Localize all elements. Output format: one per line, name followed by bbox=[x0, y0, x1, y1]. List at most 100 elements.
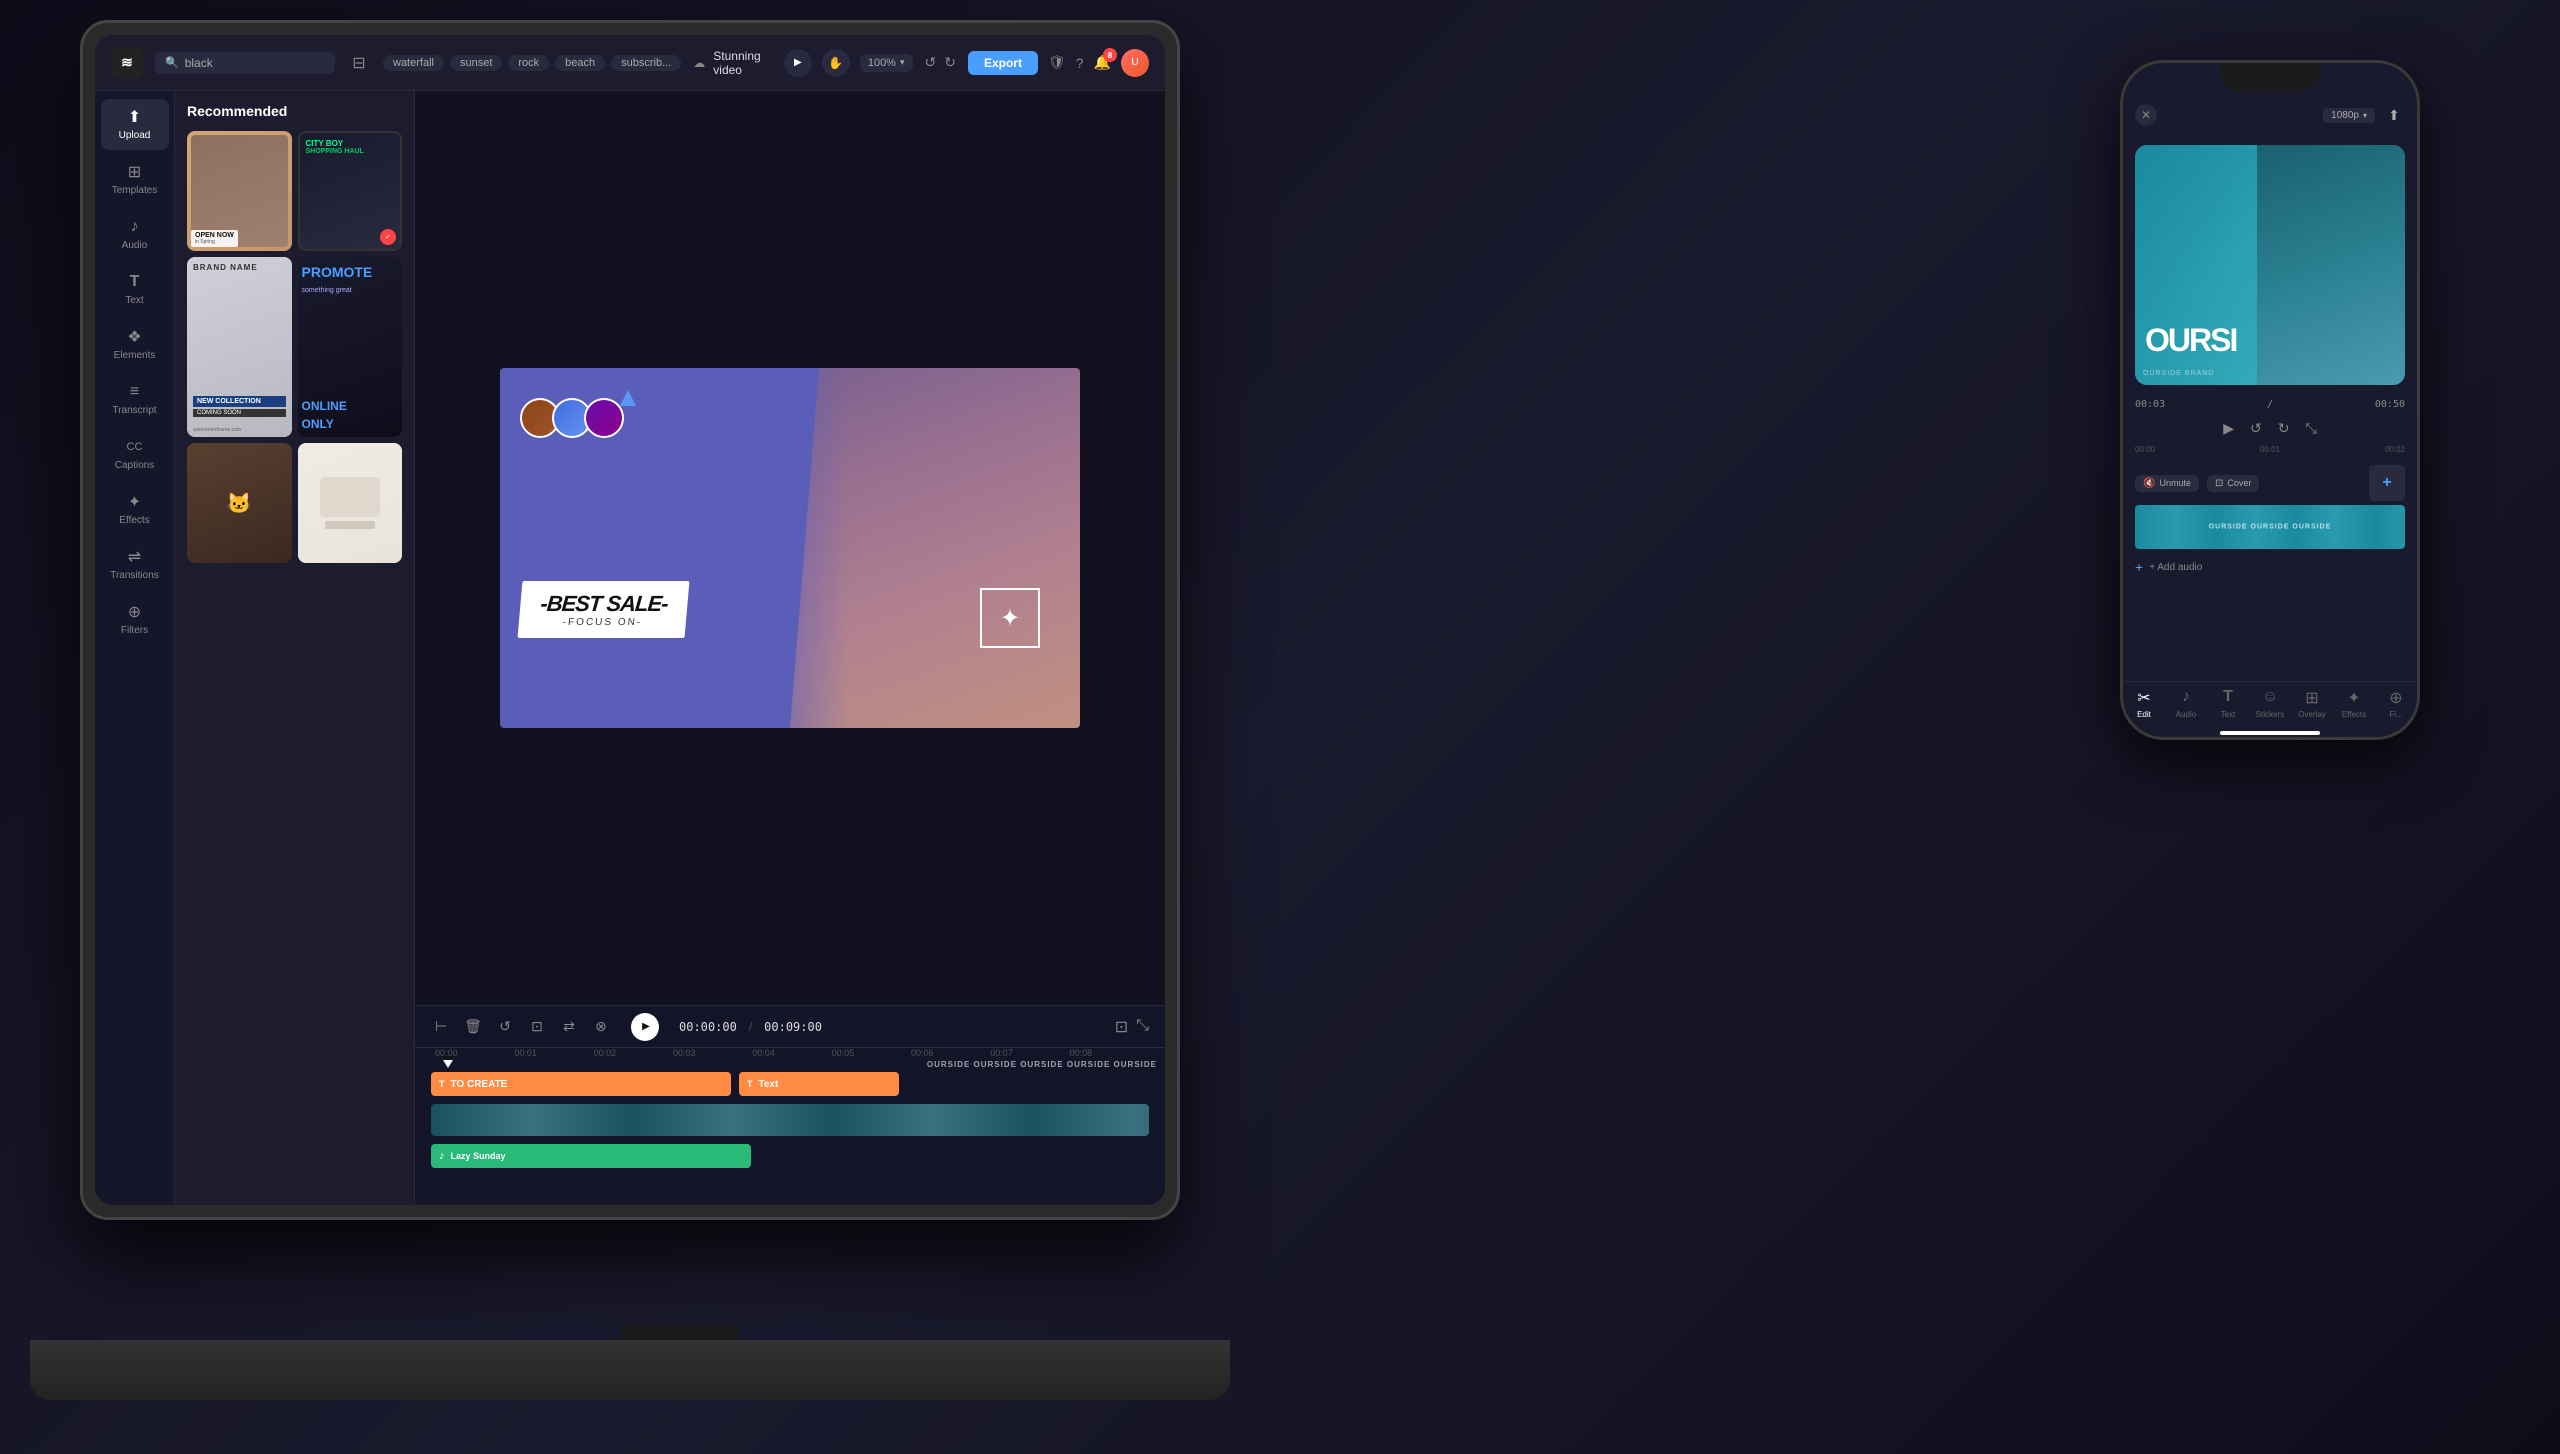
sidebar-item-transitions[interactable]: ⇌ Transitions bbox=[101, 539, 169, 590]
sidebar-item-upload[interactable]: ⬆ Upload bbox=[101, 99, 169, 150]
project-title-text[interactable]: Stunning video bbox=[713, 49, 772, 77]
phone-nav-stickers[interactable]: ☺ Stickers bbox=[2249, 688, 2291, 719]
export-button[interactable]: Export bbox=[968, 51, 1038, 75]
text-clip-to-create[interactable]: T TO CREATE bbox=[431, 1072, 731, 1096]
sidebar-item-audio[interactable]: ♪ Audio bbox=[101, 209, 169, 260]
phone-body: ✕ 1080p ▾ ⬆ OURSI OU bbox=[2120, 60, 2420, 740]
notification-bell[interactable]: 🔔 bbox=[1094, 54, 1111, 71]
ruler-00:04: 00:04 bbox=[752, 1048, 831, 1068]
phone-text-icon: T bbox=[2223, 688, 2233, 708]
undo-button[interactable]: ↺ bbox=[923, 52, 939, 73]
canvas-viewport: -BEST SALE- -FOCUS ON- ✦ bbox=[415, 91, 1165, 1005]
filter-button[interactable]: ⊟ bbox=[347, 51, 371, 75]
mirror-button[interactable]: ⇄ bbox=[559, 1017, 579, 1037]
phone-cover-button[interactable]: ⊡ Cover bbox=[2207, 475, 2259, 492]
toolbar-right: ▶ ✋ 100% ▾ ↺ ↻ Export 🛡 ? 🔔 bbox=[784, 49, 1149, 77]
phone-nav-effects[interactable]: ✦ Effects bbox=[2333, 688, 2375, 719]
text-clip-label-2: Text bbox=[759, 1079, 779, 1090]
phone-timeline: 00:00 00:01 00:02 bbox=[2123, 441, 2417, 465]
tag-rock[interactable]: rock bbox=[508, 55, 549, 71]
video-track[interactable]: OURSIDE OURSIDE OURSIDE OURSIDE OURSIDE bbox=[431, 1104, 1149, 1136]
tag-beach[interactable]: beach bbox=[555, 55, 605, 71]
sparkle-selection-box[interactable]: ✦ bbox=[980, 588, 1040, 648]
loop-button[interactable]: ↺ bbox=[495, 1017, 515, 1037]
phone-add-audio-button[interactable]: + + Add audio bbox=[2123, 555, 2417, 579]
tag-sunset[interactable]: sunset bbox=[450, 55, 502, 71]
text-clip-text[interactable]: T Text bbox=[739, 1072, 899, 1096]
sidebar-item-text[interactable]: T Text bbox=[101, 264, 169, 315]
zoom-control[interactable]: 100% ▾ bbox=[860, 54, 913, 72]
more-tools-button[interactable]: ⊗ bbox=[591, 1017, 611, 1037]
search-input[interactable] bbox=[185, 56, 325, 70]
split-tool-button[interactable]: ⊢ bbox=[431, 1017, 451, 1037]
tag-subscribe[interactable]: subscrib... bbox=[611, 55, 681, 71]
sidebar-item-elements[interactable]: ❖ Elements bbox=[101, 319, 169, 370]
filters-icon: ⊕ bbox=[128, 602, 141, 622]
template-card-6[interactable] bbox=[298, 443, 403, 563]
zoom-level: 100% bbox=[868, 57, 896, 69]
hand-tool-button[interactable]: ✋ bbox=[822, 49, 850, 77]
phone-nav-text[interactable]: T Text bbox=[2207, 688, 2249, 719]
phone-fullscreen-button[interactable]: ⤡ bbox=[2306, 420, 2317, 437]
crop-button[interactable]: ⊡ bbox=[527, 1017, 547, 1037]
cover-icon: ⊡ bbox=[2215, 478, 2223, 489]
sidebar-item-effects[interactable]: ✦ Effects bbox=[101, 484, 169, 535]
laptop-body: ≋ 🔍 ⊟ waterfall sunset rock beach bbox=[80, 20, 1180, 1220]
phone-close-button[interactable]: ✕ bbox=[2135, 104, 2157, 126]
phone-playback-controls: ▶ ↺ ↻ ⤡ bbox=[2123, 416, 2417, 441]
sidebar-item-transcript[interactable]: ≡ Transcript bbox=[101, 374, 169, 425]
delete-button[interactable]: 🗑 bbox=[463, 1017, 483, 1037]
fit-timeline-button[interactable]: ⊡ bbox=[1115, 1017, 1128, 1037]
user-avatar[interactable]: U bbox=[1121, 49, 1149, 77]
phone-nav-overlay[interactable]: ⊞ Overlay bbox=[2291, 688, 2333, 719]
audio-clip-lazy-sunday[interactable]: ♪ Lazy Sunday bbox=[431, 1144, 751, 1168]
preview-play-button[interactable]: ▶ bbox=[784, 49, 812, 77]
phone-unmute-button[interactable]: 🔇 Unmute bbox=[2135, 475, 2199, 492]
phone-play-button[interactable]: ▶ bbox=[2223, 420, 2234, 437]
cloud-icon: ☁ bbox=[693, 56, 705, 70]
main-content: ⬆ Upload ⊞ Templates ♪ Audio T bbox=[95, 91, 1165, 1205]
phone-resolution-selector[interactable]: 1080p ▾ bbox=[2323, 108, 2375, 123]
phone-nav-audio[interactable]: ♪ Audio bbox=[2165, 688, 2207, 719]
best-sale-banner[interactable]: -BEST SALE- -FOCUS ON- bbox=[518, 581, 690, 638]
audio-clip-label: Lazy Sunday bbox=[451, 1151, 506, 1161]
sidebar-item-templates[interactable]: ⊞ Templates bbox=[101, 154, 169, 205]
template-card-1[interactable]: OPEN NOW in Spring bbox=[187, 131, 292, 251]
phone-nav-label-effects: Effects bbox=[2342, 710, 2366, 719]
sidebar-item-captions[interactable]: CC Captions bbox=[101, 429, 169, 480]
template-card-3[interactable]: BRAND NAME NEW COLLECTION COMING SOON ww… bbox=[187, 257, 292, 437]
fullscreen-button[interactable]: ⤡ bbox=[1136, 1017, 1149, 1037]
overlay-icon: ⊞ bbox=[2305, 688, 2318, 708]
text-clip-label-1: TO CREATE bbox=[451, 1079, 508, 1090]
timeline-tracks-area: 00:00 00:01 00:02 00:03 00:04 00:05 00:0… bbox=[415, 1048, 1165, 1180]
template-card-2[interactable]: CITY BOY SHOPPING HAUL ✓ bbox=[298, 131, 403, 251]
phone-redo-button[interactable]: ↻ bbox=[2278, 420, 2290, 437]
upload-icon: ⬆ bbox=[128, 107, 141, 127]
phone-track-controls: 🔇 Unmute ⊡ Cover + bbox=[2123, 465, 2417, 501]
phone-nav-label-edit: Edit bbox=[2137, 710, 2151, 719]
sidebar-item-filters[interactable]: ⊕ Filters bbox=[101, 594, 169, 645]
phone-nav-filters[interactable]: ⊕ Fi... bbox=[2375, 688, 2417, 719]
template-card-4[interactable]: PROMOTE something great ONLINE ONLY bbox=[298, 257, 403, 437]
share-icon: ⬆ bbox=[2388, 107, 2400, 124]
phone-add-clip-button[interactable]: + bbox=[2369, 465, 2405, 501]
focus-on-text: -FOCUS ON- bbox=[538, 617, 666, 628]
phone-nav-label-text: Text bbox=[2221, 710, 2236, 719]
redo-button[interactable]: ↻ bbox=[942, 52, 958, 73]
search-bar[interactable]: 🔍 bbox=[155, 52, 335, 74]
sidebar-label-transitions: Transitions bbox=[110, 570, 159, 582]
templates-grid: OPEN NOW in Spring CITY BOY SHOPPING HAU… bbox=[187, 131, 402, 563]
help-icon: ? bbox=[1076, 55, 1084, 71]
app-logo: ≋ bbox=[111, 47, 143, 79]
phone-share-button[interactable]: ⬆ bbox=[2383, 104, 2405, 126]
tag-waterfall[interactable]: waterfall bbox=[383, 55, 444, 71]
phone-nav-edit[interactable]: ✂ Edit bbox=[2123, 688, 2165, 719]
template-card-5[interactable]: 🐱 bbox=[187, 443, 292, 563]
timeline-play-button[interactable]: ▶ bbox=[631, 1013, 659, 1041]
phone-timeline-ruler: 00:00 00:01 00:02 bbox=[2135, 445, 2405, 457]
phone-undo-button[interactable]: ↺ bbox=[2250, 420, 2262, 437]
phone-video-strip[interactable]: OURSIDE OURSIDE OURSIDE bbox=[2135, 505, 2405, 549]
phone-preview-sub-text: OURSIDE BRAND bbox=[2143, 370, 2397, 377]
add-audio-plus-icon: + bbox=[2135, 559, 2143, 575]
phone-nav-label-filters: Fi... bbox=[2389, 710, 2402, 719]
